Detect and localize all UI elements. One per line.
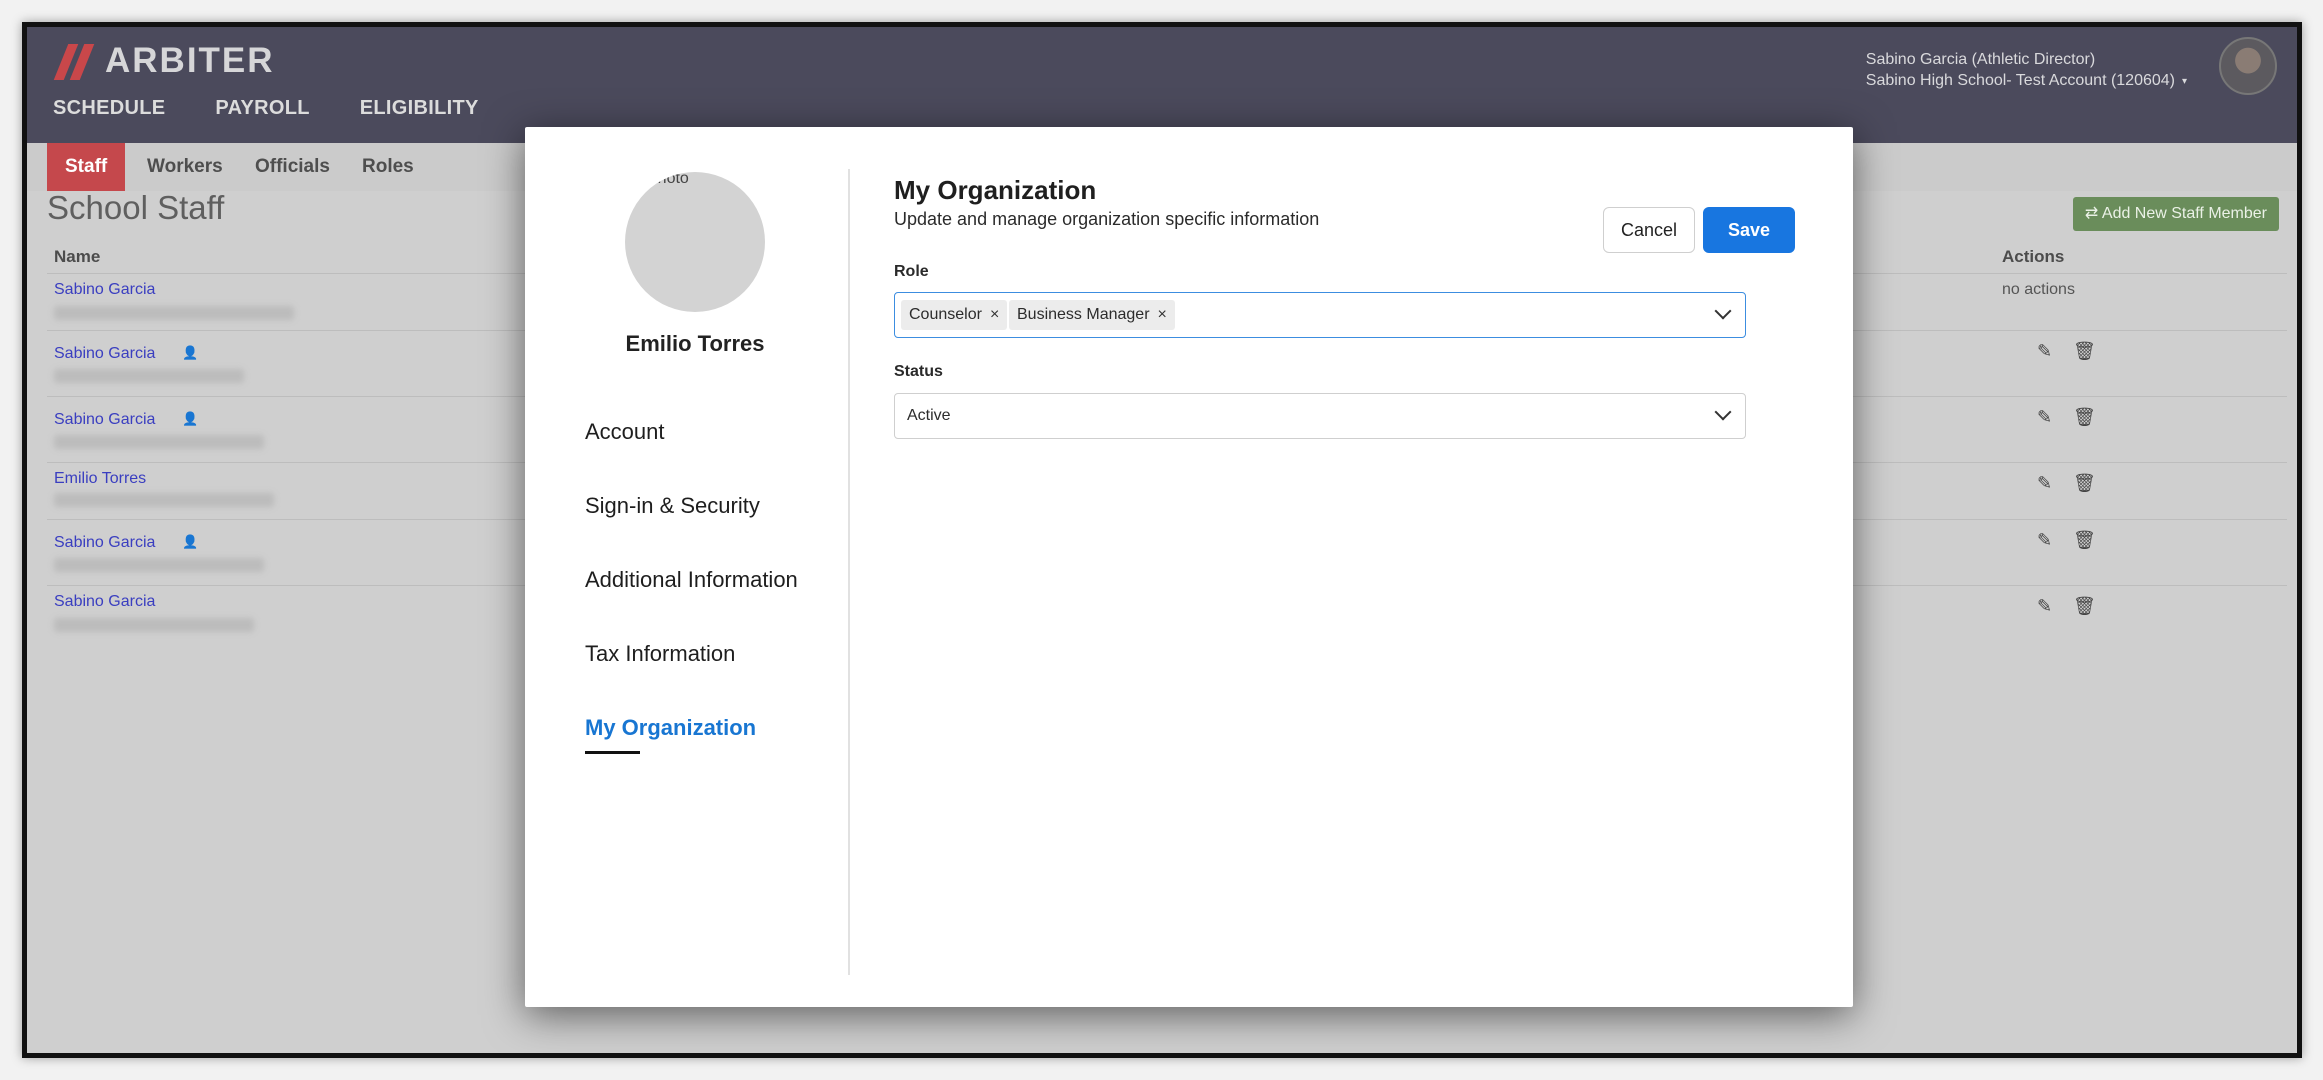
role-chip-label: Business Manager (1017, 306, 1150, 323)
role-chip-label: Counselor (909, 306, 982, 323)
menu-tax-information[interactable]: Tax Information (585, 641, 798, 715)
chevron-down-icon[interactable] (1714, 302, 1732, 320)
chevron-down-icon[interactable] (1714, 403, 1732, 421)
edit-profile-modal: Photo Emilio Torres Account Sign-in & Se… (525, 127, 1853, 1007)
role-multiselect[interactable]: Counselor × Business Manager × (894, 292, 1746, 338)
menu-additional-information[interactable]: Additional Information (585, 567, 798, 641)
profile-menu: Account Sign-in & Security Additional In… (585, 419, 798, 789)
remove-role-icon[interactable]: × (1158, 306, 1167, 323)
menu-sign-in-security[interactable]: Sign-in & Security (585, 493, 798, 567)
role-chip-counselor: Counselor × (901, 300, 1008, 330)
status-value: Active (907, 407, 951, 424)
role-chip-business-manager: Business Manager × (1009, 300, 1175, 330)
section-title: My Organization (894, 175, 1097, 205)
menu-account[interactable]: Account (585, 419, 798, 493)
photo-alt-text: Photo (647, 172, 689, 187)
status-label: Status (894, 363, 943, 380)
vertical-divider (848, 169, 850, 975)
status-select[interactable]: Active (894, 393, 1746, 439)
remove-role-icon[interactable]: × (990, 306, 999, 323)
cancel-button[interactable]: Cancel (1603, 207, 1695, 253)
save-button[interactable]: Save (1703, 207, 1795, 253)
role-label: Role (894, 263, 929, 280)
screenshot-frame: ARBITER SCHEDULE PAYROLL ELIGIBILITY Sab… (22, 22, 2302, 1058)
section-subtitle: Update and manage organization specific … (894, 209, 1320, 229)
profile-photo[interactable]: Photo (625, 172, 765, 312)
menu-my-organization[interactable]: My Organization (585, 715, 798, 789)
profile-name: Emilio Torres (625, 331, 765, 356)
profile-sidebar: Photo Emilio Torres Account Sign-in & Se… (525, 127, 849, 1007)
